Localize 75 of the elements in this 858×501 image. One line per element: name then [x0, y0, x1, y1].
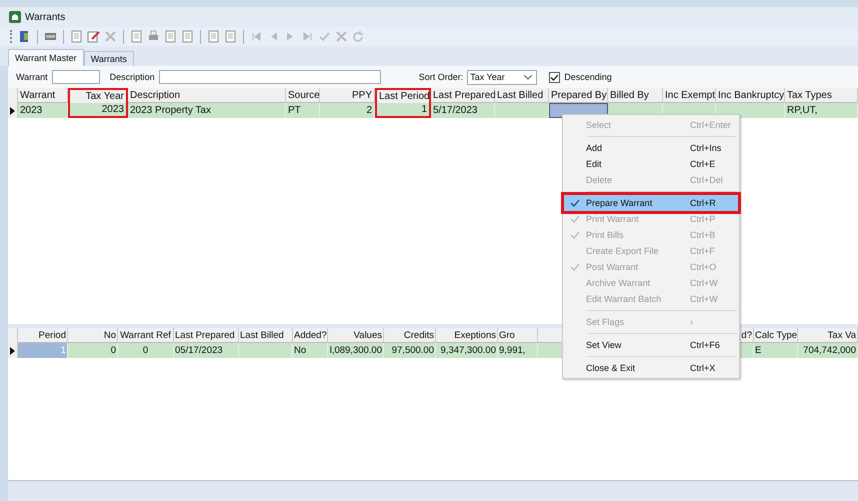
delete-icon[interactable]	[104, 30, 117, 43]
column-header[interactable]: Calc Type	[754, 328, 798, 343]
column-header[interactable]: Gro	[498, 328, 538, 343]
table-cell: 9,347,300.00	[436, 343, 498, 358]
last-icon[interactable]	[301, 30, 314, 43]
window-title: Warrants	[25, 12, 66, 22]
column-header[interactable]: Tax Types	[785, 88, 858, 103]
table-cell: 2023	[68, 103, 128, 118]
column-header[interactable]: Values	[328, 328, 384, 343]
door-icon[interactable]	[18, 30, 31, 43]
document-icon[interactable]	[224, 30, 237, 43]
new-document-icon[interactable]	[70, 30, 83, 43]
column-header[interactable]: Source	[286, 88, 320, 103]
table-cell: 0	[68, 343, 118, 358]
table-cell: 97,500.00	[384, 343, 436, 358]
sort-order-dropdown[interactable]: Tax Year	[467, 70, 538, 84]
column-header[interactable]: Inc Exempt	[663, 88, 716, 103]
menu-item[interactable]: Close & Exit Ctrl+X	[564, 360, 738, 376]
edit-icon[interactable]	[87, 30, 100, 43]
table-cell: 5/17/2023	[431, 103, 495, 118]
printer-icon[interactable]	[147, 30, 160, 43]
tab[interactable]: Warrants	[84, 51, 134, 66]
tab[interactable]: Warrant Master	[8, 49, 84, 66]
description-field[interactable]	[158, 70, 381, 84]
checkbox-label: Descending	[564, 72, 612, 82]
menu-item[interactable]: Prepare Warrant Ctrl+R	[564, 195, 738, 211]
grid-corner	[8, 328, 18, 343]
column-header[interactable]: PPY	[320, 88, 375, 103]
menu-item[interactable]: Set View Ctrl+F6	[564, 337, 738, 353]
table-cell: 05/17/2023	[174, 343, 239, 358]
column-header[interactable]: Last Billed	[239, 328, 293, 343]
table-cell: 9,991,	[498, 343, 538, 358]
cancel-icon[interactable]	[335, 30, 348, 43]
field-label: Description	[110, 72, 155, 82]
app-icon	[9, 11, 21, 23]
document-icon[interactable]	[130, 30, 143, 43]
column-header[interactable]: Added?	[293, 328, 328, 343]
field-label: Sort Order:	[418, 72, 464, 82]
column-header[interactable]: Tax Year	[68, 88, 128, 103]
field-label: Warrant	[16, 72, 48, 82]
column-header[interactable]: Period	[18, 328, 68, 343]
table-cell: E	[754, 343, 798, 358]
warrant-field[interactable]	[52, 70, 100, 84]
column-header[interactable]: Description	[128, 88, 286, 103]
table-cell: PT	[286, 103, 320, 118]
column-header[interactable]: Billed By	[608, 88, 663, 103]
table-cell: 704,742,000	[798, 343, 858, 358]
table-cell: 2023	[18, 103, 68, 118]
table-cell: 1	[18, 343, 68, 358]
table-cell: 2023 Property Tax	[128, 103, 286, 118]
column-header[interactable]: Warrant Ref	[118, 328, 174, 343]
menu-item[interactable]: Edit Ctrl+E	[564, 156, 738, 172]
column-header[interactable]: Last Prepared	[174, 328, 239, 343]
table-cell: 2	[320, 103, 375, 118]
refresh-icon[interactable]	[352, 30, 365, 43]
column-header[interactable]: Tax Va	[798, 328, 858, 343]
table-cell: No	[293, 343, 328, 358]
table-cell: RP,UT,	[785, 103, 858, 118]
descending-checkbox[interactable]	[549, 72, 560, 82]
column-header[interactable]: Last Billed	[495, 88, 549, 103]
table-cell: 0	[118, 343, 174, 358]
column-header[interactable]: Warrant	[18, 88, 68, 103]
column-header[interactable]: Last Period	[375, 88, 431, 103]
table-cell: l,089,300.00	[328, 343, 384, 358]
column-header[interactable]: Exeptions	[436, 328, 498, 343]
column-header[interactable]: Credits	[384, 328, 436, 343]
table-cell: 1	[375, 103, 431, 118]
column-header[interactable]: Inc Bankruptcy	[716, 88, 785, 103]
column-header[interactable]: Prepared By	[549, 88, 608, 103]
first-icon[interactable]	[250, 30, 263, 43]
column-header[interactable]: No	[68, 328, 118, 343]
keyboard-icon[interactable]	[44, 30, 57, 43]
menu-item[interactable]: Add Ctrl+Ins	[564, 140, 738, 156]
column-header[interactable]: Last Prepared	[431, 88, 495, 103]
check-icon[interactable]	[318, 30, 331, 43]
